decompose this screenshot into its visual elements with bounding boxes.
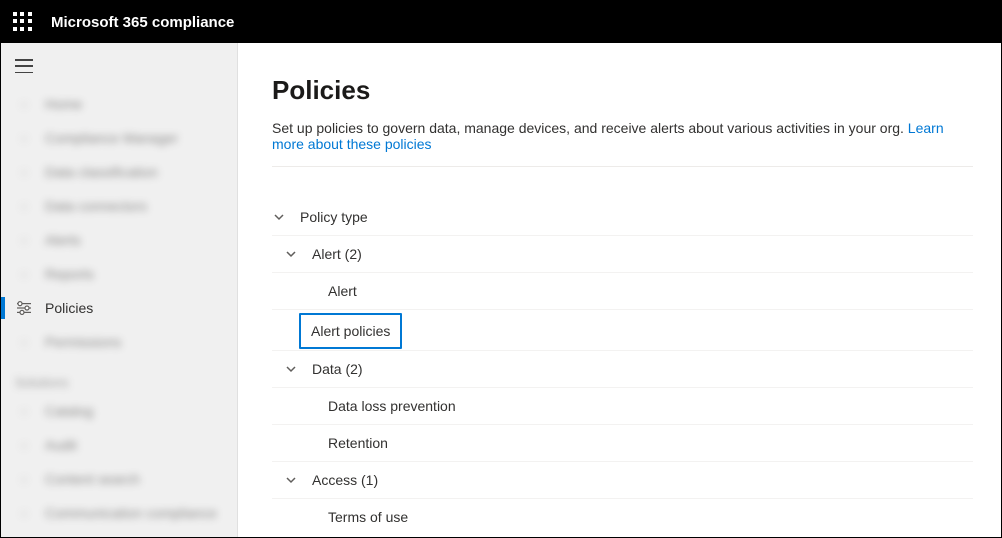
tree-label: Alert (2): [312, 246, 362, 262]
tree-group-alert[interactable]: Alert (2): [272, 236, 973, 273]
policy-tree: Policy type Alert (2) Alert Alert polici…: [272, 199, 973, 535]
sidebar-item-data-classification[interactable]: ◌ Data classification: [1, 155, 237, 189]
app-title: Microsoft 365 compliance: [51, 14, 234, 31]
sidebar-item-policies[interactable]: Policies: [1, 291, 237, 325]
tree-label: Policy type: [300, 209, 368, 225]
tree-item-retention[interactable]: Retention: [272, 425, 973, 462]
connectors-icon: ◌: [15, 197, 33, 215]
main-content: Policies Set up policies to govern data,…: [238, 43, 1001, 537]
sidebar-item-audit[interactable]: ◌ Audit: [1, 428, 237, 462]
home-icon: ◌: [15, 95, 33, 113]
tree-group-access[interactable]: Access (1): [272, 462, 973, 499]
sidebar: ◌ Home ◌ Compliance Manager ◌ Data class…: [1, 43, 238, 537]
sidebar-item-content-search[interactable]: ◌ Content search: [1, 462, 237, 496]
sidebar-item-label: Home: [45, 96, 82, 112]
tree-root-policy-type[interactable]: Policy type: [272, 199, 973, 236]
search-icon: ◌: [15, 470, 33, 488]
sidebar-item-label: Audit: [45, 437, 77, 453]
sidebar-item-home[interactable]: ◌ Home: [1, 87, 237, 121]
page-title: Policies: [272, 75, 973, 106]
tree-item-terms-of-use[interactable]: Terms of use: [272, 499, 973, 535]
sidebar-item-label: Compliance Manager: [45, 130, 178, 146]
sidebar-item-label: Catalog: [45, 403, 93, 419]
sidebar-item-alerts[interactable]: ◌ Alerts: [1, 223, 237, 257]
tree-group-data[interactable]: Data (2): [272, 351, 973, 388]
policies-icon: [15, 299, 33, 317]
hamburger-button[interactable]: [1, 51, 237, 81]
sidebar-item-label: Data connectors: [45, 198, 147, 214]
sidebar-item-label: Permissions: [45, 334, 121, 350]
classification-icon: ◌: [15, 163, 33, 181]
audit-icon: ◌: [15, 436, 33, 454]
sidebar-item-label: Data classification: [45, 164, 158, 180]
chevron-down-icon: [272, 210, 286, 224]
sidebar-item-compliance-manager[interactable]: ◌ Compliance Manager: [1, 121, 237, 155]
sidebar-item-data-connectors[interactable]: ◌ Data connectors: [1, 189, 237, 223]
tree-item-data-loss-prevention[interactable]: Data loss prevention: [272, 388, 973, 425]
sidebar-item-label: Alerts: [45, 232, 81, 248]
permissions-icon: ◌: [15, 333, 33, 351]
tree-item-alert[interactable]: Alert: [272, 273, 973, 310]
tree-label: Access (1): [312, 472, 378, 488]
reports-icon: ◌: [15, 265, 33, 283]
alerts-icon: ◌: [15, 231, 33, 249]
sidebar-section-solutions: Solutions: [1, 365, 237, 394]
chevron-down-icon: [284, 362, 298, 376]
app-header: Microsoft 365 compliance: [1, 1, 1001, 43]
page-description: Set up policies to govern data, manage d…: [272, 120, 973, 167]
sidebar-item-label: Reports: [45, 266, 94, 282]
tree-item-alert-policies[interactable]: Alert policies: [299, 313, 402, 349]
waffle-icon[interactable]: [13, 12, 33, 32]
chevron-down-icon: [284, 247, 298, 261]
sidebar-item-communication-compliance[interactable]: ◌ Communication compliance: [1, 496, 237, 530]
sidebar-item-reports[interactable]: ◌ Reports: [1, 257, 237, 291]
catalog-icon: ◌: [15, 402, 33, 420]
sidebar-item-label: Policies: [45, 300, 93, 316]
chevron-down-icon: [284, 473, 298, 487]
sidebar-item-label: Communication compliance: [45, 505, 217, 521]
communication-icon: ◌: [15, 504, 33, 522]
compliance-icon: ◌: [15, 129, 33, 147]
tree-label: Data (2): [312, 361, 363, 377]
sidebar-item-permissions[interactable]: ◌ Permissions: [1, 325, 237, 359]
sidebar-item-label: Content search: [45, 471, 140, 487]
sidebar-item-catalog[interactable]: ◌ Catalog: [1, 394, 237, 428]
